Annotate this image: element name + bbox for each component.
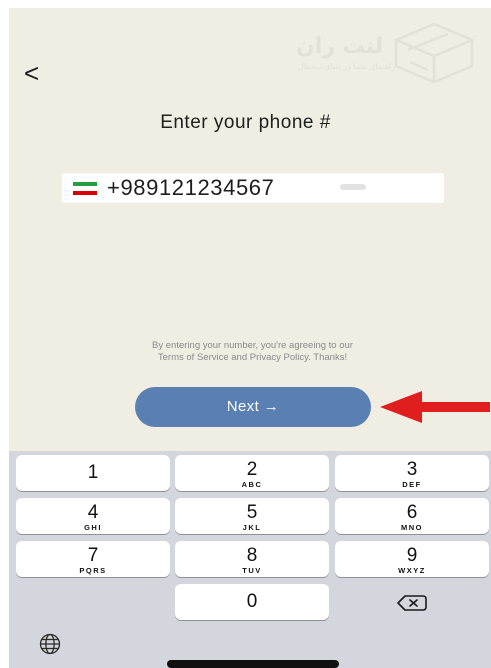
key-letters: MNO (401, 523, 423, 532)
key-1[interactable]: 1 (16, 455, 170, 491)
flag-stripe-red (73, 190, 97, 195)
key-letters: DEF (402, 480, 422, 489)
cube-logo-icon (392, 22, 476, 84)
key-digit: 1 (87, 462, 99, 483)
key-4[interactable]: 4 GHI (16, 498, 170, 534)
key-letters: JKL (242, 523, 262, 532)
key-letters: PQRS (79, 566, 107, 575)
terms-line-1: By entering your number, you're agreeing… (152, 340, 353, 351)
key-7[interactable]: 7 PQRS (16, 541, 170, 577)
numeric-keypad: 1 2 ABC 3 DEF 4 GHI 5 JKL 6 MNO 7 PQRS 8… (9, 451, 491, 668)
key-digit: 9 (406, 545, 418, 566)
key-digit: 5 (246, 502, 258, 523)
iran-flag-icon[interactable] (73, 182, 97, 195)
key-digit: 3 (406, 459, 418, 480)
key-9[interactable]: 9 WXYZ (335, 541, 489, 577)
key-letters: ABC (241, 480, 263, 489)
watermark-subtext: راهنمای شما در دنیای دیجیتال (298, 62, 396, 71)
key-digit: 7 (87, 545, 99, 566)
home-indicator[interactable] (167, 660, 339, 668)
watermark-logo: لنت ران راهنمای شما در دنیای دیجیتال (290, 18, 480, 88)
key-letters: GHI (84, 523, 102, 532)
phone-number-input[interactable]: +989121234567 (62, 173, 444, 203)
key-0[interactable]: 0 (175, 584, 329, 620)
key-6[interactable]: 6 MNO (335, 498, 489, 534)
next-button[interactable]: Next → (135, 387, 371, 427)
key-digit: 0 (246, 591, 258, 612)
key-5[interactable]: 5 JKL (175, 498, 329, 534)
back-button[interactable]: < (24, 60, 48, 86)
key-letters: WXYZ (398, 566, 426, 575)
key-letters: TUV (242, 566, 262, 575)
watermark-text: لنت ران (296, 34, 384, 59)
terms-line-2[interactable]: Terms of Service and Privacy Policy. Tha… (0, 352, 491, 364)
phone-screen: < لنت ران راهنمای شما در دنیای دیجیتال E… (0, 0, 491, 668)
key-8[interactable]: 8 TUV (175, 541, 329, 577)
chevron-left-icon: < (24, 58, 40, 88)
key-digit: 8 (246, 545, 258, 566)
terms-notice: By entering your number, you're agreeing… (0, 340, 491, 364)
key-digit: 4 (87, 502, 99, 523)
delete-key[interactable] (335, 584, 489, 620)
key-digit: 2 (246, 459, 258, 480)
globe-key[interactable] (39, 633, 61, 655)
page-title: Enter your phone # (160, 112, 331, 133)
red-arrow-annotation-icon (380, 391, 490, 423)
key-2[interactable]: 2 ABC (175, 455, 329, 491)
phone-number-value[interactable]: +989121234567 (107, 175, 274, 201)
redaction-blur (340, 184, 366, 190)
key-3[interactable]: 3 DEF (335, 455, 489, 491)
key-digit: 6 (406, 502, 418, 523)
globe-icon (39, 633, 61, 655)
backspace-icon (397, 595, 427, 611)
